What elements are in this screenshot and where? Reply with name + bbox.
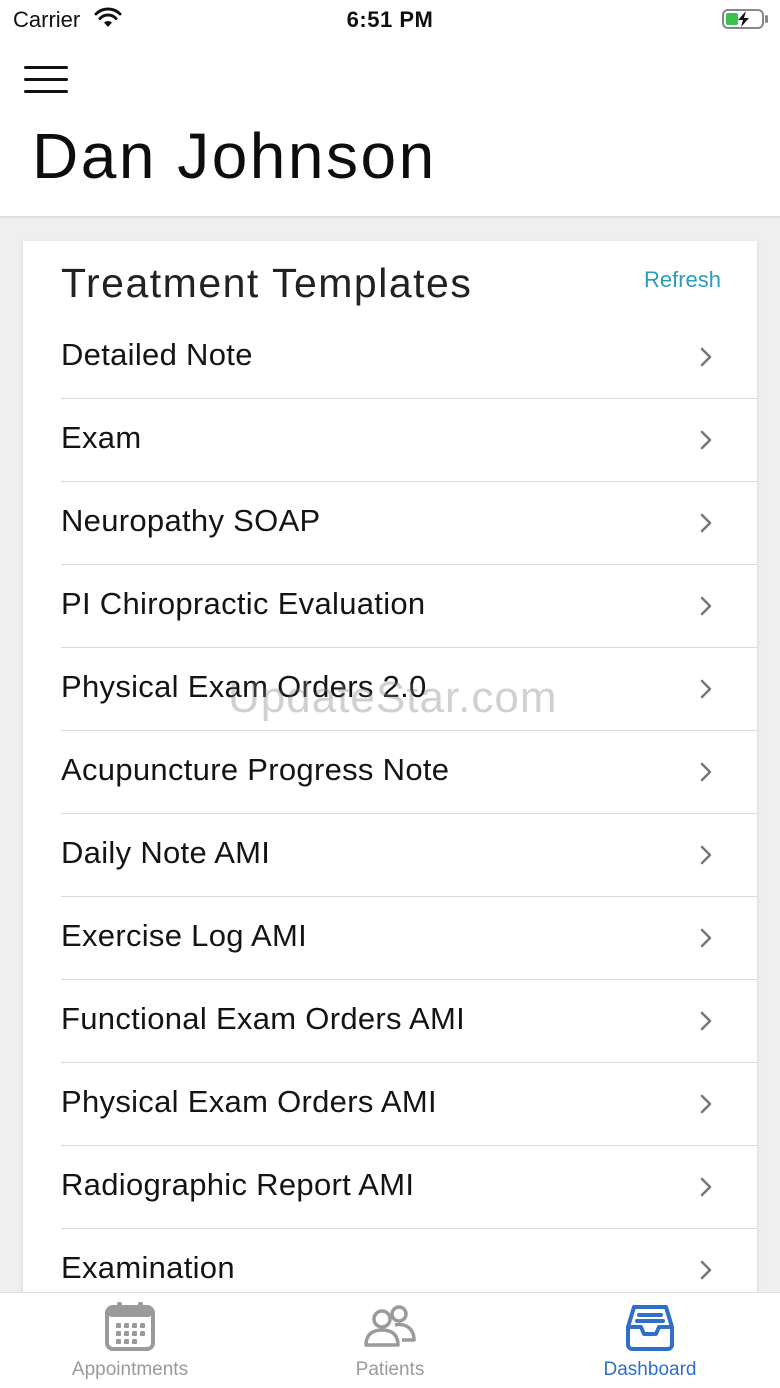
chevron-right-icon xyxy=(700,430,712,450)
list-item-label: Daily Note AMI xyxy=(61,835,271,870)
list-item[interactable]: Examination xyxy=(61,1229,757,1301)
list-item[interactable]: Neuropathy SOAP xyxy=(61,482,757,565)
list-item[interactable]: Daily Note AMI xyxy=(61,814,757,897)
list-item[interactable]: Physical Exam Orders 2.0 xyxy=(61,648,757,731)
chevron-right-icon xyxy=(700,928,712,948)
list-item-label: Exercise Log AMI xyxy=(61,918,308,953)
list-item[interactable]: Physical Exam Orders AMI xyxy=(61,1063,757,1146)
people-icon xyxy=(260,1301,520,1353)
clock-time: 6:51 PM xyxy=(346,7,434,32)
inbox-tray-icon xyxy=(520,1301,780,1353)
refresh-button[interactable]: Refresh xyxy=(644,267,721,293)
chevron-right-icon xyxy=(700,845,712,865)
list-item[interactable]: Functional Exam Orders AMI xyxy=(61,980,757,1063)
chevron-right-icon xyxy=(700,1011,712,1031)
list-item-label: Physical Exam Orders 2.0 xyxy=(61,669,427,704)
battery-charging-icon xyxy=(722,8,770,35)
tab-label: Patients xyxy=(355,1359,425,1380)
calendar-icon xyxy=(0,1301,260,1353)
list-item[interactable]: Exercise Log AMI xyxy=(61,897,757,980)
app-header: Dan Johnson xyxy=(0,40,780,218)
list-item-label: Exam xyxy=(61,420,142,455)
page-title: Dan Johnson xyxy=(32,120,437,192)
list-item-label: PI Chiropractic Evaluation xyxy=(61,586,426,621)
tab-appointments[interactable]: Appointments xyxy=(0,1293,260,1388)
list-item[interactable]: Detailed Note xyxy=(61,316,757,399)
chevron-right-icon xyxy=(700,1094,712,1114)
template-list: Detailed Note Exam Neuropathy SOAP PI Ch… xyxy=(61,316,757,1301)
list-item-label: Physical Exam Orders AMI xyxy=(61,1084,437,1119)
chevron-right-icon xyxy=(700,762,712,782)
tab-label: Appointments xyxy=(71,1359,189,1380)
list-item-label: Neuropathy SOAP xyxy=(61,503,321,538)
list-item[interactable]: PI Chiropractic Evaluation xyxy=(61,565,757,648)
chevron-right-icon xyxy=(700,513,712,533)
chevron-right-icon xyxy=(700,679,712,699)
chevron-right-icon xyxy=(700,1177,712,1197)
tab-dashboard[interactable]: Dashboard xyxy=(520,1293,780,1388)
list-item-label: Examination xyxy=(61,1250,235,1285)
chevron-right-icon xyxy=(700,596,712,616)
tab-label: Dashboard xyxy=(603,1359,697,1380)
list-item[interactable]: Exam xyxy=(61,399,757,482)
list-item-label: Functional Exam Orders AMI xyxy=(61,1001,466,1036)
tab-patients[interactable]: Patients xyxy=(260,1293,520,1388)
card-title: Treatment Templates xyxy=(61,260,473,306)
chevron-right-icon xyxy=(700,1260,712,1280)
list-item-label: Acupuncture Progress Note xyxy=(61,752,450,787)
hamburger-menu-icon[interactable] xyxy=(24,66,70,96)
list-item[interactable]: Acupuncture Progress Note xyxy=(61,731,757,814)
list-item-label: Radiographic Report AMI xyxy=(61,1167,415,1202)
list-item-label: Detailed Note xyxy=(61,337,253,372)
tab-bar: Appointments Patients Dashboard xyxy=(0,1292,780,1388)
treatment-templates-card: Treatment Templates Refresh Detailed Not… xyxy=(23,241,757,1301)
list-item[interactable]: Radiographic Report AMI xyxy=(61,1146,757,1229)
status-bar: Carrier 6:51 PM xyxy=(0,0,780,40)
chevron-right-icon xyxy=(700,347,712,367)
